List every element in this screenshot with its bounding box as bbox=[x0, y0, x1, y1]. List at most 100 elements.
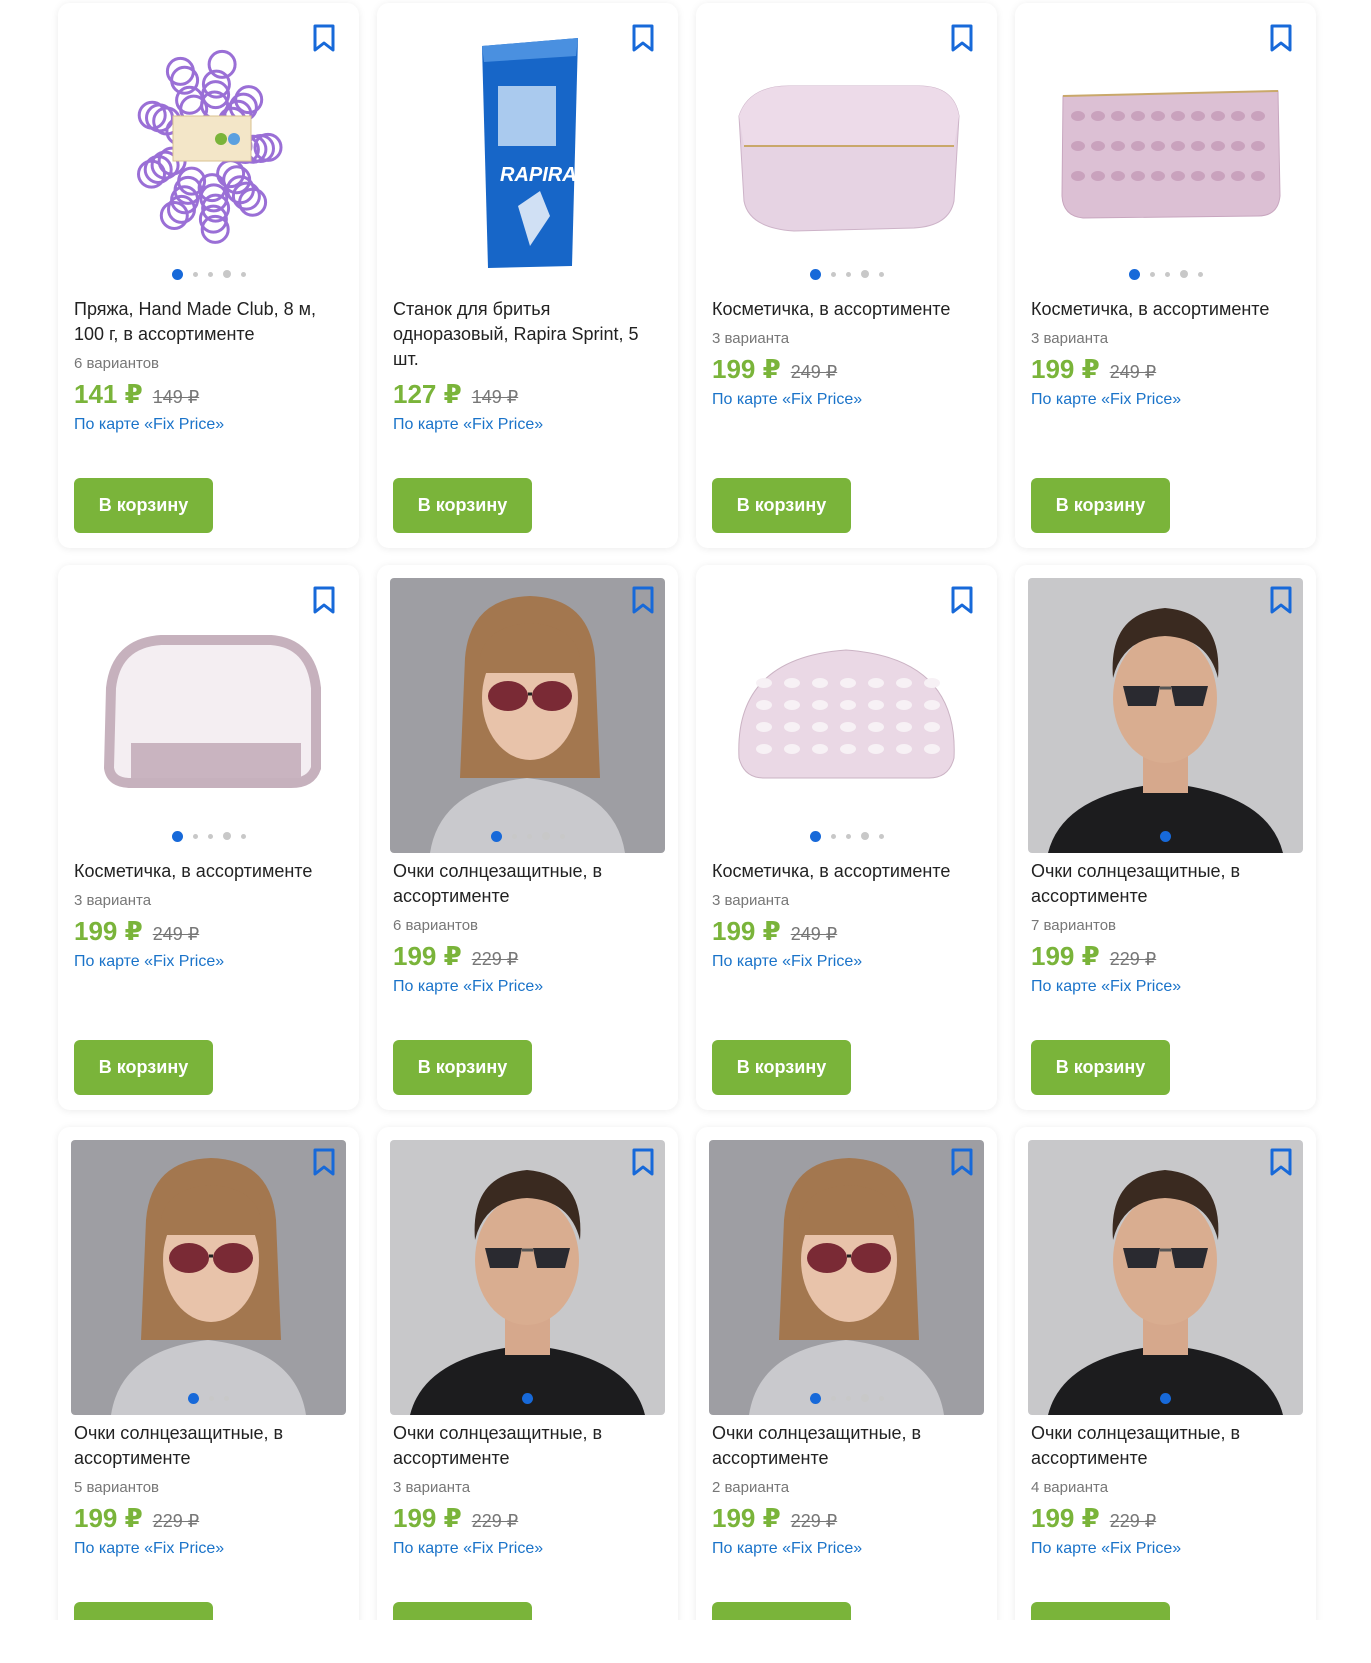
product-image[interactable] bbox=[390, 578, 665, 853]
carousel-dot[interactable] bbox=[192, 271, 198, 277]
product-title[interactable]: Косметичка, в ассортименте bbox=[712, 859, 981, 884]
product-card[interactable]: Косметичка, в ассортименте 3 варианта 19… bbox=[58, 565, 359, 1110]
carousel-dot[interactable] bbox=[845, 1395, 851, 1401]
product-image[interactable] bbox=[71, 1140, 346, 1415]
carousel-dot[interactable] bbox=[860, 832, 869, 840]
carousel-dot[interactable] bbox=[490, 830, 502, 842]
product-image[interactable] bbox=[1028, 16, 1303, 291]
product-title[interactable]: Очки солнцезащитные, в ассортименте bbox=[393, 859, 662, 909]
add-to-cart-button[interactable]: В корзину bbox=[1031, 1602, 1170, 1620]
loyalty-card-note[interactable]: По карте «Fix Price» bbox=[1031, 391, 1300, 409]
carousel-dot[interactable] bbox=[209, 1395, 214, 1401]
bookmark-icon[interactable] bbox=[311, 585, 337, 615]
bookmark-icon[interactable] bbox=[949, 585, 975, 615]
carousel-dot[interactable] bbox=[1160, 1392, 1171, 1404]
add-to-cart-button[interactable]: В корзину bbox=[74, 1040, 213, 1095]
carousel-dot[interactable] bbox=[860, 1394, 869, 1402]
product-title[interactable]: Очки солнцезащитные, в ассортименте bbox=[393, 1421, 662, 1471]
product-image[interactable] bbox=[709, 578, 984, 853]
carousel-dot[interactable] bbox=[559, 833, 565, 839]
product-image[interactable] bbox=[390, 1140, 665, 1415]
product-title[interactable]: Очки солнцезащитные, в ассортименте bbox=[1031, 859, 1300, 909]
carousel-dot[interactable] bbox=[511, 833, 517, 839]
product-image[interactable] bbox=[709, 1140, 984, 1415]
carousel-dot[interactable] bbox=[522, 1392, 533, 1404]
product-card[interactable]: Очки солнцезащитные, в ассортименте 3 ва… bbox=[377, 1127, 678, 1620]
carousel-dot[interactable] bbox=[541, 832, 550, 840]
product-title[interactable]: Косметичка, в ассортименте bbox=[1031, 297, 1300, 322]
product-image[interactable] bbox=[709, 16, 984, 291]
product-image[interactable] bbox=[71, 16, 346, 291]
product-image[interactable] bbox=[1028, 578, 1303, 853]
product-card[interactable]: Очки солнцезащитные, в ассортименте 6 ва… bbox=[377, 565, 678, 1110]
bookmark-icon[interactable] bbox=[630, 23, 656, 53]
product-card[interactable]: Пряжа, Hand Made Club, 8 м, 100 г, в асс… bbox=[58, 3, 359, 548]
carousel-dot[interactable] bbox=[845, 833, 851, 839]
loyalty-card-note[interactable]: По карте «Fix Price» bbox=[712, 391, 981, 409]
product-title[interactable]: Очки солнцезащитные, в ассортименте bbox=[1031, 1421, 1300, 1471]
carousel-dot[interactable] bbox=[809, 1392, 821, 1404]
bookmark-icon[interactable] bbox=[1268, 1147, 1294, 1177]
product-card[interactable]: Косметичка, в ассортименте 3 варианта 19… bbox=[696, 565, 997, 1110]
add-to-cart-button[interactable]: В корзину bbox=[393, 1040, 532, 1095]
loyalty-card-note[interactable]: По карте «Fix Price» bbox=[74, 953, 343, 971]
add-to-cart-button[interactable]: В корзину bbox=[393, 478, 532, 533]
loyalty-card-note[interactable]: По карте «Fix Price» bbox=[1031, 978, 1300, 996]
add-to-cart-button[interactable]: В корзину bbox=[712, 1040, 851, 1095]
carousel-dot[interactable] bbox=[224, 1395, 229, 1401]
add-to-cart-button[interactable]: В корзину bbox=[74, 478, 213, 533]
carousel-dot[interactable] bbox=[207, 833, 213, 839]
product-title[interactable]: Косметичка, в ассортименте bbox=[74, 859, 343, 884]
carousel-dot[interactable] bbox=[1197, 271, 1203, 277]
carousel-dot[interactable] bbox=[809, 268, 821, 280]
bookmark-icon[interactable] bbox=[949, 23, 975, 53]
add-to-cart-button[interactable]: В корзину bbox=[393, 1602, 532, 1620]
loyalty-card-note[interactable]: По карте «Fix Price» bbox=[712, 953, 981, 971]
loyalty-card-note[interactable]: По карте «Fix Price» bbox=[74, 1540, 343, 1558]
bookmark-icon[interactable] bbox=[1268, 585, 1294, 615]
carousel-dot[interactable] bbox=[240, 271, 246, 277]
carousel-dot[interactable] bbox=[860, 270, 869, 278]
carousel-dot[interactable] bbox=[830, 271, 836, 277]
carousel-dot[interactable] bbox=[845, 271, 851, 277]
carousel-dot[interactable] bbox=[222, 832, 231, 840]
product-title[interactable]: Очки солнцезащитные, в ассортименте bbox=[74, 1421, 343, 1471]
carousel-dot[interactable] bbox=[830, 1395, 836, 1401]
bookmark-icon[interactable] bbox=[630, 585, 656, 615]
carousel-dot[interactable] bbox=[171, 268, 183, 280]
product-card[interactable]: Косметичка, в ассортименте 3 варианта 19… bbox=[696, 3, 997, 548]
product-title[interactable]: Станок для бритья одноразовый, Rapira Sp… bbox=[393, 297, 662, 372]
carousel-dot[interactable] bbox=[1160, 830, 1171, 842]
bookmark-icon[interactable] bbox=[311, 23, 337, 53]
product-title[interactable]: Пряжа, Hand Made Club, 8 м, 100 г, в асс… bbox=[74, 297, 343, 347]
carousel-dot[interactable] bbox=[240, 833, 246, 839]
product-image[interactable] bbox=[1028, 1140, 1303, 1415]
carousel-dot[interactable] bbox=[188, 1392, 199, 1404]
add-to-cart-button[interactable]: В корзину bbox=[1031, 1040, 1170, 1095]
carousel-dot[interactable] bbox=[1164, 271, 1170, 277]
product-image[interactable] bbox=[71, 578, 346, 853]
carousel-dot[interactable] bbox=[1128, 268, 1140, 280]
loyalty-card-note[interactable]: По карте «Fix Price» bbox=[74, 416, 343, 434]
product-card[interactable]: Очки солнцезащитные, в ассортименте 7 ва… bbox=[1015, 565, 1316, 1110]
carousel-dot[interactable] bbox=[192, 833, 198, 839]
product-image[interactable]: RAPIRA bbox=[390, 16, 665, 291]
carousel-dot[interactable] bbox=[1179, 270, 1188, 278]
carousel-dot[interactable] bbox=[809, 830, 821, 842]
carousel-dot[interactable] bbox=[171, 830, 183, 842]
carousel-dot[interactable] bbox=[878, 271, 884, 277]
loyalty-card-note[interactable]: По карте «Fix Price» bbox=[1031, 1540, 1300, 1558]
carousel-dot[interactable] bbox=[222, 270, 231, 278]
add-to-cart-button[interactable]: В корзину bbox=[74, 1602, 213, 1620]
product-title[interactable]: Косметичка, в ассортименте bbox=[712, 297, 981, 322]
bookmark-icon[interactable] bbox=[1268, 23, 1294, 53]
carousel-dot[interactable] bbox=[878, 1395, 884, 1401]
add-to-cart-button[interactable]: В корзину bbox=[1031, 478, 1170, 533]
loyalty-card-note[interactable]: По карте «Fix Price» bbox=[393, 1540, 662, 1558]
bookmark-icon[interactable] bbox=[949, 1147, 975, 1177]
product-card[interactable]: RAPIRA Станок для бритья одноразовый, Ra… bbox=[377, 3, 678, 548]
carousel-dot[interactable] bbox=[1149, 271, 1155, 277]
carousel-dot[interactable] bbox=[526, 833, 532, 839]
carousel-dot[interactable] bbox=[830, 833, 836, 839]
product-title[interactable]: Очки солнцезащитные, в ассортименте bbox=[712, 1421, 981, 1471]
